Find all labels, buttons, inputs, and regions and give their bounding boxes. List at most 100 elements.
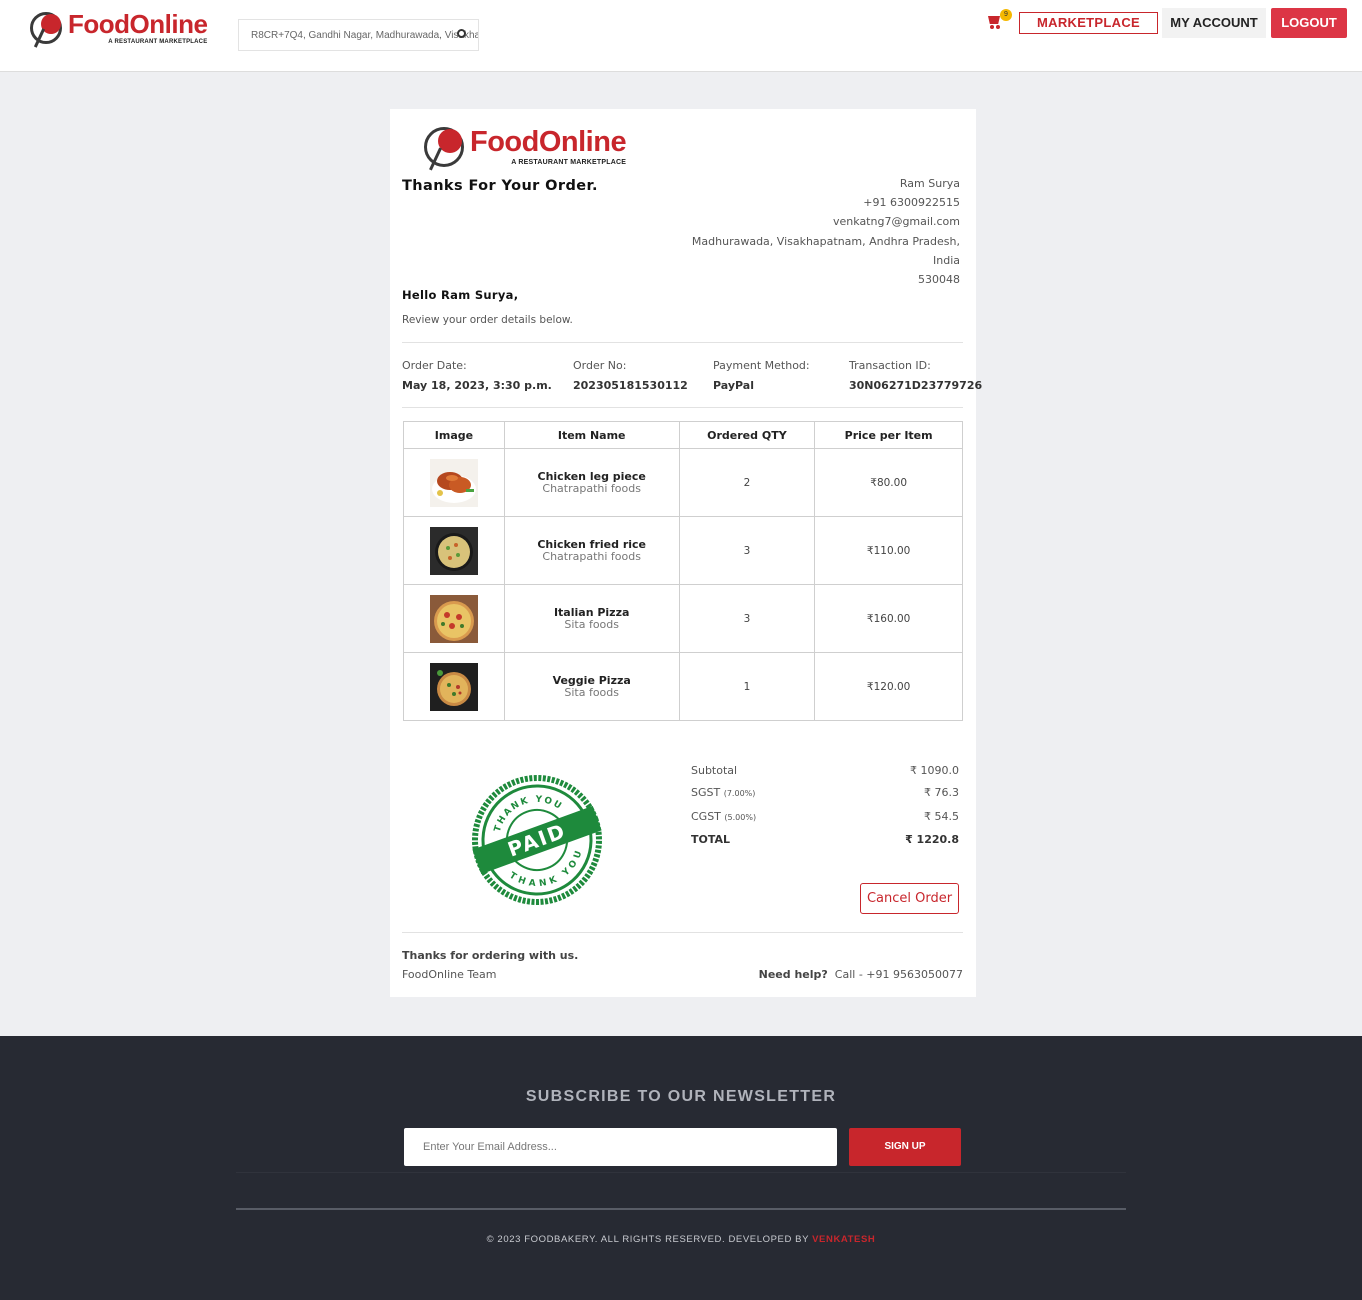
footer-thanks: Thanks for ordering with us. <box>402 949 579 962</box>
total-value: ₹ 1220.8 <box>905 833 959 846</box>
total-row: TOTAL ₹ 1220.8 <box>691 833 959 846</box>
item-name: Chicken fried rice <box>537 537 647 551</box>
customer-country: India <box>933 253 960 267</box>
payment-method: Payment Method: PayPal <box>713 359 810 392</box>
table-row: Italian Pizza Sita foods 3 ₹160.00 <box>403 584 963 653</box>
newsletter-title: SUBSCRIBE TO OUR NEWSLETTER <box>525 1088 837 1105</box>
order-invoice-card: FoodOnline A RESTAURANT MARKETPLACE Than… <box>390 109 982 997</box>
review-text: Review your order details below. <box>402 314 573 326</box>
logo-brand: FoodOnline <box>470 126 627 158</box>
transaction-label: Transaction ID: <box>849 359 931 372</box>
item-qty: 2 <box>678 448 816 517</box>
invoice-logo: FoodOnline A RESTAURANT MARKETPLACE <box>422 125 627 171</box>
item-name: Italian Pizza <box>553 605 630 619</box>
locate-icon[interactable] <box>457 29 466 38</box>
marketplace-button[interactable]: MARKETPLACE <box>1019 12 1158 34</box>
order-date: Order Date: May 18, 2023, 3:30 p.m. <box>402 359 552 392</box>
site-footer: SUBSCRIBE TO OUR NEWSLETTER SIGN UP © 20… <box>0 1036 1362 1300</box>
signup-button[interactable]: SIGN UP <box>849 1128 961 1166</box>
order-no-label: Order No: <box>573 359 627 372</box>
item-price: ₹160.00 <box>814 584 963 653</box>
footer-team: FoodOnline Team <box>402 968 497 981</box>
subtotal-row: Subtotal ₹ 1090.0 <box>691 764 959 777</box>
divider <box>402 932 963 933</box>
logo-icon <box>28 10 64 48</box>
subtotal-value: ₹ 1090.0 <box>910 764 959 777</box>
divider <box>236 1172 1126 1173</box>
divider <box>236 1208 1126 1210</box>
cgst-value: ₹ 54.5 <box>924 810 959 823</box>
order-no-value: 202305181530112 <box>573 379 688 392</box>
copyright: © 2023 FOODBAKERY. ALL RIGHTS RESERVED. … <box>0 1234 1362 1245</box>
logo-icon <box>422 125 466 171</box>
help-contact: Need help? Call - +91 9563050077 <box>759 968 963 981</box>
customer-address: Madhurawada, Visakhapatnam, Andhra Prade… <box>691 234 960 248</box>
logo-tagline: A RESTAURANT MARKETPLACE <box>511 159 627 166</box>
developer-link[interactable]: VENKATESH <box>812 1234 875 1245</box>
stamp-center-text: PAID <box>505 818 570 861</box>
divider <box>402 407 963 408</box>
table-header-row: Image Item Name Ordered QTY Price per It… <box>403 421 963 449</box>
site-logo[interactable]: FoodOnline A RESTAURANT MARKETPLACE <box>28 9 208 48</box>
item-qty: 3 <box>678 516 816 585</box>
help-label: Need help? <box>758 968 828 981</box>
col-header-price: Price per Item <box>814 421 963 449</box>
order-number: Order No: 202305181530112 <box>573 359 688 392</box>
item-restaurant: Sita foods <box>564 685 619 699</box>
col-header-qty: Ordered QTY <box>678 421 816 449</box>
logo-tagline: A RESTAURANT MARKETPLACE <box>108 39 208 45</box>
item-qty: 1 <box>678 652 816 721</box>
cgst-rate: (5.00%) <box>724 813 757 822</box>
divider <box>402 342 963 343</box>
col-header-image: Image <box>403 421 505 449</box>
item-qty: 3 <box>678 584 816 653</box>
cgst-row: CGST (5.00%) ₹ 54.5 <box>691 810 959 823</box>
cart-count-badge: 9 <box>1000 9 1012 21</box>
sgst-rate: (7.00%) <box>723 789 756 798</box>
transaction-id: Transaction ID: 30N06271D23779726 <box>849 359 982 392</box>
top-navbar: FoodOnline A RESTAURANT MARKETPLACE R8CR… <box>0 0 1362 72</box>
chicken-leg-image <box>429 458 478 507</box>
item-price: ₹80.00 <box>814 448 963 517</box>
logout-button[interactable]: LOGOUT <box>1271 8 1347 38</box>
order-date-label: Order Date: <box>402 359 467 372</box>
customer-name: Ram Surya <box>899 177 960 190</box>
customer-email: venkatng7@gmail.com <box>833 215 960 229</box>
greeting: Hello Ram Surya, <box>402 288 519 302</box>
my-account-button[interactable]: MY ACCOUNT <box>1162 8 1266 38</box>
subtotal-label: Subtotal <box>691 764 738 777</box>
customer-phone: +91 6300922515 <box>863 196 960 210</box>
sgst-row: SGST (7.00%) ₹ 76.3 <box>691 786 959 799</box>
customer-pin: 530048 <box>918 273 960 287</box>
table-row: Veggie Pizza Sita foods 1 ₹120.00 <box>403 652 963 721</box>
item-restaurant: Chatrapathi foods <box>542 481 641 495</box>
item-price: ₹110.00 <box>814 516 963 585</box>
paid-stamp-icon: THANK YOU THANK YOU PAID <box>469 772 605 908</box>
location-input[interactable]: R8CR+7Q4, Gandhi Nagar, Madhurawada, Vis… <box>238 19 479 51</box>
item-price: ₹120.00 <box>814 652 963 721</box>
cancel-order-button[interactable]: Cancel Order <box>860 883 959 914</box>
order-items-table: Image Item Name Ordered QTY Price per It… <box>403 421 963 721</box>
table-row: Chicken leg piece Chatrapathi foods 2 ₹8… <box>403 448 963 517</box>
newsletter-email-input[interactable] <box>404 1128 837 1166</box>
item-restaurant: Chatrapathi foods <box>542 549 641 563</box>
item-restaurant: Sita foods <box>564 617 619 631</box>
sgst-value: ₹ 76.3 <box>924 786 959 799</box>
cgst-label: CGST <box>691 810 721 823</box>
sgst-label: SGST <box>691 786 721 799</box>
item-name: Chicken leg piece <box>537 469 646 483</box>
table-row: Chicken fried rice Chatrapathi foods 3 ₹… <box>403 516 963 585</box>
copyright-text: © 2023 FOODBAKERY. ALL RIGHTS RESERVED. … <box>486 1234 809 1245</box>
logo-brand: FoodOnline <box>68 9 208 39</box>
transaction-value: 30N06271D23779726 <box>849 379 983 392</box>
fried-rice-image <box>429 526 478 575</box>
order-date-value: May 18, 2023, 3:30 p.m. <box>402 379 552 392</box>
help-phone[interactable]: Call - +91 9563050077 <box>835 968 963 981</box>
pizza-image <box>429 594 478 643</box>
veggie-pizza-image <box>429 662 478 711</box>
payment-value: PayPal <box>713 379 754 392</box>
customer-details: Ram Surya +91 6300922515 venkatng7@gmail… <box>660 174 960 289</box>
invoice-title: Thanks For Your Order. <box>402 178 598 194</box>
item-name: Veggie Pizza <box>552 673 631 687</box>
total-label: TOTAL <box>691 833 731 846</box>
